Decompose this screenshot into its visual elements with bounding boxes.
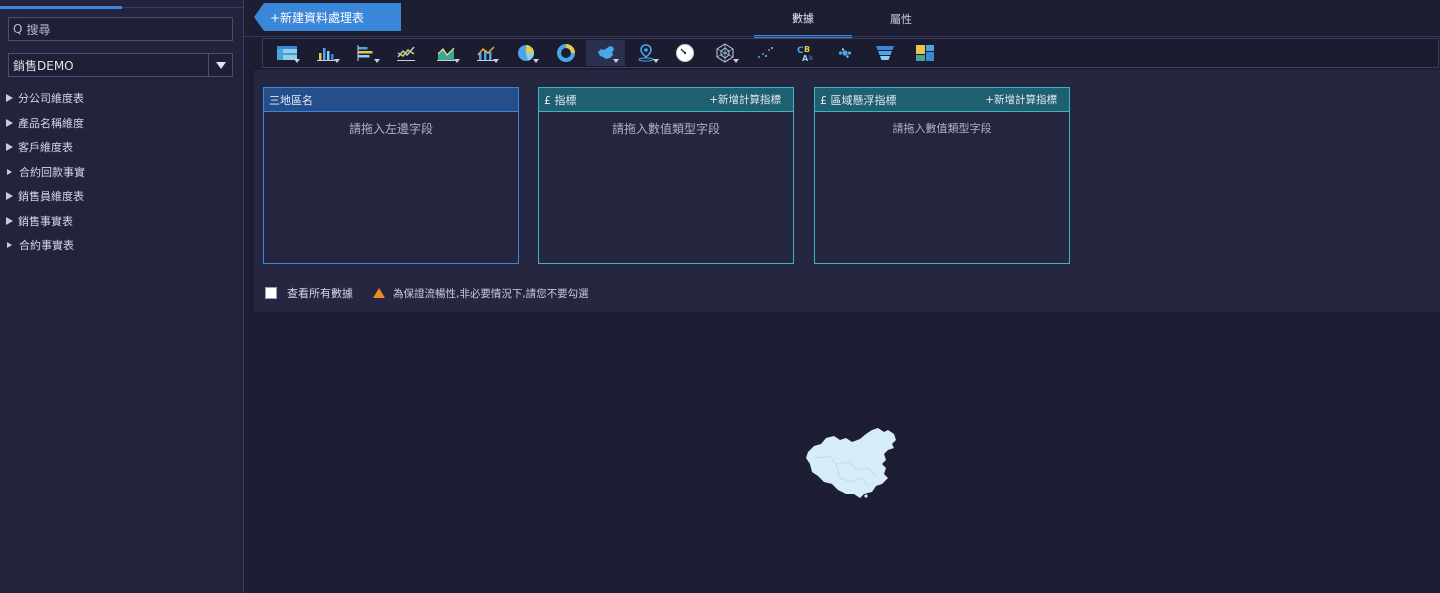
region-dropzone-title: 三地區名 xyxy=(269,93,313,107)
dataset-select-toggle[interactable] xyxy=(208,54,232,76)
tree-item-label: 產品名稱維度 xyxy=(18,116,84,130)
dropdown-caret-icon xyxy=(732,59,739,63)
tool-scatter[interactable] xyxy=(746,40,785,66)
tool-bubble[interactable] xyxy=(825,40,864,66)
svg-text:b: b xyxy=(809,55,813,62)
word-cloud-icon: C B A b xyxy=(797,45,813,63)
funnel-icon xyxy=(875,46,894,60)
view-all-data-label: 查看所有數據 xyxy=(287,287,353,300)
expand-arrow-icon xyxy=(7,168,12,175)
tree-item-contract-payment-fact[interactable]: 合約回款事實 xyxy=(6,160,236,185)
tree-item-customer-dimension[interactable]: 客戶維度表 xyxy=(6,135,236,160)
hover-metric-dropzone-header: £ 區域懸浮指標 +新增計算指標 xyxy=(815,88,1069,112)
dropdown-caret-icon xyxy=(533,59,540,63)
metric-dropzone-header: £ 指標 +新增計算指標 xyxy=(539,88,793,112)
scatter-icon xyxy=(758,47,774,58)
tree-item-salesperson-dimension[interactable]: 銷售員維度表 xyxy=(6,184,236,209)
tool-bar-chart[interactable] xyxy=(307,40,346,66)
tool-china-map[interactable] xyxy=(586,40,626,66)
chevron-down-icon xyxy=(215,61,226,69)
tool-pie-chart[interactable] xyxy=(506,40,545,66)
dropdown-caret-icon xyxy=(613,59,620,63)
add-calculated-metric-link[interactable]: +新增計算指標 xyxy=(709,92,781,107)
treemap-icon xyxy=(915,45,934,61)
search-icon: Q xyxy=(13,22,23,36)
tree-item-label: 合約事實表 xyxy=(19,239,74,253)
tool-radar-chart[interactable] xyxy=(706,40,745,66)
warning-icon xyxy=(373,288,385,298)
view-all-data-checkbox[interactable] xyxy=(265,287,277,299)
dropdown-caret-icon xyxy=(453,59,460,63)
tree-item-label: 合約回款事實 xyxy=(19,165,85,179)
region-dropzone-header: 三地區名 xyxy=(264,88,518,112)
search-input[interactable]: Q 搜尋 xyxy=(8,17,233,41)
chart-type-toolbar: C B A b xyxy=(262,38,1439,68)
expand-arrow-icon xyxy=(6,94,13,103)
add-calculated-hover-metric-link[interactable]: +新增計算指標 xyxy=(985,92,1057,107)
tree-item-label: 客戶維度表 xyxy=(18,141,73,155)
hover-metric-dropzone-title: £ 區域懸浮指標 xyxy=(820,93,897,107)
tree-item-branch-dimension[interactable]: 分公司維度表 xyxy=(6,86,236,111)
performance-warning-text: 為保證流暢性,非必要情況下,請您不要勾選 xyxy=(393,287,589,300)
svg-text:B: B xyxy=(804,45,810,54)
dataset-select-value: 銷售DEMO xyxy=(13,58,74,73)
tool-treemap[interactable] xyxy=(905,40,944,66)
dropdown-caret-icon xyxy=(373,59,380,63)
gauge-icon xyxy=(676,44,695,62)
tool-location-map[interactable] xyxy=(626,40,665,66)
tree-item-label: 分公司維度表 xyxy=(18,92,84,106)
expand-arrow-icon xyxy=(6,192,13,201)
expand-arrow-icon xyxy=(7,242,12,249)
hover-metric-dropzone[interactable]: £ 區域懸浮指標 +新增計算指標 請拖入數值類型字段 xyxy=(814,87,1070,264)
tool-funnel[interactable] xyxy=(865,40,904,66)
svg-text:A: A xyxy=(802,54,809,63)
region-dropzone-hint: 請拖入左邊字段 xyxy=(348,122,433,136)
metric-dropzone-title: £ 指標 xyxy=(544,93,577,107)
tool-line-chart[interactable] xyxy=(387,40,426,66)
tool-word-cloud[interactable]: C B A b xyxy=(786,40,825,66)
dropdown-caret-icon xyxy=(653,59,660,63)
hover-metric-dropzone-hint: 請拖入數值類型字段 xyxy=(892,122,992,135)
tree-item-label: 銷售事實表 xyxy=(18,214,73,228)
tool-table[interactable] xyxy=(267,40,306,66)
search-placeholder: 搜尋 xyxy=(26,22,51,37)
sidebar-tab-indicator xyxy=(0,6,122,9)
bubble-icon xyxy=(838,48,852,58)
tree-item-label: 銷售員維度表 xyxy=(18,190,84,204)
dropdown-caret-icon xyxy=(493,59,500,63)
tool-donut-chart[interactable] xyxy=(546,40,585,66)
new-table-button[interactable]: +新建資料處理表 xyxy=(254,3,401,31)
header-divider xyxy=(244,36,1440,37)
tree-item-sales-fact[interactable]: 銷售事實表 xyxy=(6,209,236,234)
tab-properties[interactable]: 屬性 xyxy=(852,0,950,38)
tab-data[interactable]: 數據 xyxy=(754,0,852,38)
sidebar: Q 搜尋 銷售DEMO 分公司維度表 產品名稱維度 客戶維度表 合約回款事實 銷… xyxy=(0,0,244,593)
china-map-preview xyxy=(806,428,896,498)
dropdown-caret-icon xyxy=(294,59,300,63)
expand-arrow-icon xyxy=(6,118,13,127)
dataset-select[interactable]: 銷售DEMO xyxy=(8,53,233,77)
region-dropzone[interactable]: 三地區名 請拖入左邊字段 xyxy=(263,87,519,264)
dropdown-caret-icon xyxy=(333,59,340,63)
tree-item-product-dimension[interactable]: 產品名稱維度 xyxy=(6,111,236,136)
donut-chart-icon xyxy=(556,44,575,62)
view-all-data-row: 查看所有數據 為保證流暢性,非必要情況下,請您不要勾選 xyxy=(265,286,589,300)
table-tree: 分公司維度表 產品名稱維度 客戶維度表 合約回款事實 銷售員維度表 銷售事實表 … xyxy=(6,86,236,258)
metric-dropzone[interactable]: £ 指標 +新增計算指標 請拖入數值類型字段 xyxy=(538,87,794,264)
tool-combo-chart[interactable] xyxy=(466,40,505,66)
tool-gauge[interactable] xyxy=(666,40,705,66)
expand-arrow-icon xyxy=(6,143,13,152)
line-chart-icon xyxy=(397,46,416,61)
tab-bar: 數據 屬性 xyxy=(754,0,950,38)
sidebar-divider xyxy=(122,7,244,8)
tool-horizontal-bar-chart[interactable] xyxy=(347,40,386,66)
tree-item-contract-fact[interactable]: 合約事實表 xyxy=(6,233,236,258)
expand-arrow-icon xyxy=(6,216,13,225)
tool-area-chart[interactable] xyxy=(427,40,466,66)
metric-dropzone-hint: 請拖入數值類型字段 xyxy=(611,122,720,136)
